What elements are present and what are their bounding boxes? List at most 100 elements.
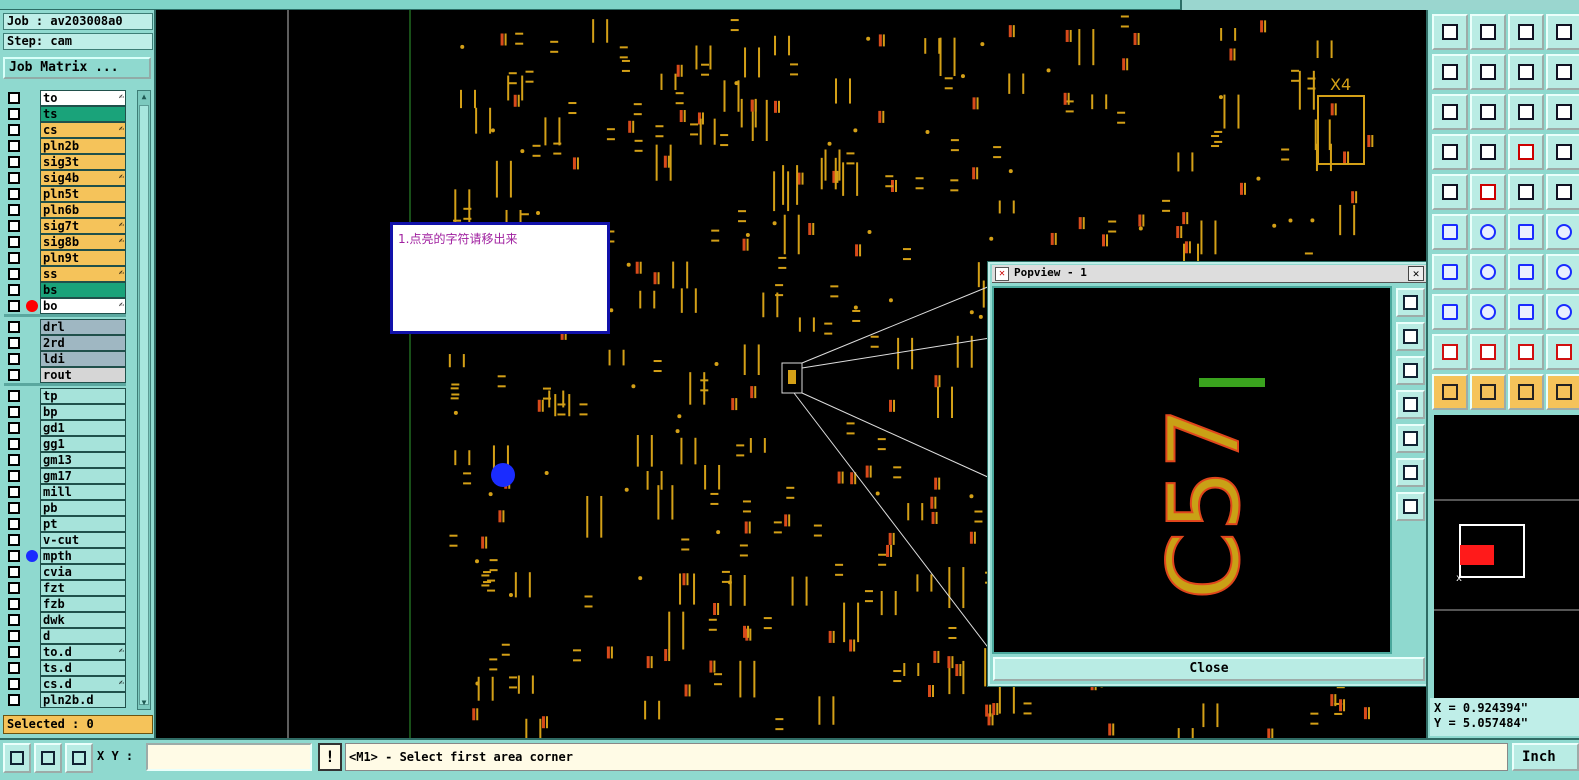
layer-checkbox[interactable] <box>8 694 20 706</box>
layer-row-gg1[interactable]: gg1 <box>4 436 126 452</box>
close-icon[interactable]: ✕ <box>1408 266 1424 281</box>
arrow-right-button[interactable] <box>1470 54 1506 90</box>
layer-row-fzt[interactable]: fzt <box>4 580 126 596</box>
flip-button[interactable] <box>1546 134 1579 170</box>
layer-row-sig8b[interactable]: sig8b ✍ <box>4 234 126 250</box>
layer-row-cs.d[interactable]: cs.d ✍ <box>4 676 126 692</box>
units-button[interactable]: Inch <box>1512 743 1579 771</box>
rectangle-button[interactable] <box>1470 174 1506 210</box>
arrow-left-button[interactable] <box>1432 54 1468 90</box>
layer-checkbox[interactable] <box>8 353 20 365</box>
layer-name[interactable]: gg1 <box>40 436 126 452</box>
cut-button[interactable] <box>1470 254 1506 290</box>
layer-row-pln2b[interactable]: pln2b <box>4 138 126 154</box>
layer-name[interactable]: bo <box>40 298 126 314</box>
layer-name[interactable]: v-cut <box>40 532 126 548</box>
job-matrix-button[interactable]: Job Matrix ... <box>3 57 151 79</box>
triangle-button[interactable] <box>1432 334 1468 370</box>
popview-close-button[interactable]: Close <box>993 657 1425 681</box>
layer-row-pln2b.d[interactable]: pln2b.d <box>4 692 126 708</box>
layer-checkbox[interactable] <box>8 502 20 514</box>
triangle-c-button[interactable] <box>1546 334 1579 370</box>
layer-checkbox[interactable] <box>8 236 20 248</box>
grid-button[interactable] <box>65 743 93 773</box>
measure-button[interactable] <box>34 743 62 773</box>
triangle-a-button[interactable] <box>1470 334 1506 370</box>
layer-row-tp[interactable]: tp <box>4 388 126 404</box>
layer-checkbox[interactable] <box>8 156 20 168</box>
fit-button[interactable] <box>1432 94 1468 130</box>
layer-row-v-cut[interactable]: v-cut <box>4 532 126 548</box>
snap-button[interactable] <box>3 743 31 773</box>
layer-checkbox[interactable] <box>8 678 20 690</box>
layer-name[interactable]: cs.d <box>40 676 126 692</box>
cross-button[interactable] <box>1470 214 1506 250</box>
line-button[interactable] <box>1546 174 1579 210</box>
layer-row-pt[interactable]: pt <box>4 516 126 532</box>
layer-checkbox[interactable] <box>8 300 20 312</box>
cursor-alt-button[interactable] <box>1546 374 1579 410</box>
settings-button[interactable] <box>1432 134 1468 170</box>
layer-checkbox[interactable] <box>8 284 20 296</box>
layer-row-cvia[interactable]: cvia <box>4 564 126 580</box>
pan-left-button[interactable] <box>1396 390 1425 419</box>
ruler-button[interactable] <box>1508 174 1544 210</box>
layer-row-sig4b[interactable]: sig4b ✍ <box>4 170 126 186</box>
layer-checkbox[interactable] <box>8 406 20 418</box>
layer-checkbox[interactable] <box>8 470 20 482</box>
layer-row-gm17[interactable]: gm17 <box>4 468 126 484</box>
layer-checkbox[interactable] <box>8 220 20 232</box>
layer-name[interactable]: bs <box>40 282 126 298</box>
layer-name[interactable]: tp <box>40 388 126 404</box>
layer-scrollbar[interactable]: ▲ ▼ <box>137 90 151 710</box>
layer-row-sig3t[interactable]: sig3t <box>4 154 126 170</box>
layer-checkbox[interactable] <box>8 140 20 152</box>
layer-row-mill[interactable]: mill <box>4 484 126 500</box>
layer-row-bs[interactable]: bs <box>4 282 126 298</box>
warning-icon[interactable]: ! <box>318 743 342 771</box>
layer-checkbox[interactable] <box>8 614 20 626</box>
popview-window[interactable]: ✕ Popview - 1 ✕ C57 Close <box>988 262 1430 686</box>
layer-name[interactable]: fzt <box>40 580 126 596</box>
layer-row-to.d[interactable]: to.d ✍ <box>4 644 126 660</box>
layer-name[interactable]: d <box>40 628 126 644</box>
layer-name[interactable]: rout <box>40 367 126 383</box>
layer-row-rout[interactable]: rout <box>4 367 126 383</box>
house-button[interactable] <box>1508 14 1544 50</box>
layer-name[interactable]: cvia <box>40 564 126 580</box>
layer-checkbox[interactable] <box>8 582 20 594</box>
layer-row-ts.d[interactable]: ts.d <box>4 660 126 676</box>
xy-input[interactable] <box>146 743 312 771</box>
layer-checkbox[interactable] <box>8 369 20 381</box>
layer-name[interactable]: gm13 <box>40 452 126 468</box>
layer-name[interactable]: pln6b <box>40 202 126 218</box>
layer-name[interactable]: pln9t <box>40 250 126 266</box>
layer-checkbox[interactable] <box>8 172 20 184</box>
pan-right-button[interactable] <box>1396 424 1425 453</box>
triangle-b-button[interactable] <box>1508 334 1544 370</box>
layer-checkbox[interactable] <box>8 566 20 578</box>
popview-viewport[interactable]: C57 <box>992 286 1392 654</box>
layer-row-bo[interactable]: bo ✍ <box>4 298 126 314</box>
zoom-out-button[interactable] <box>1396 492 1425 521</box>
layer-checkbox[interactable] <box>8 550 20 562</box>
select-button[interactable] <box>1508 294 1544 330</box>
probe-button[interactable] <box>1470 134 1506 170</box>
layer-name[interactable]: bp <box>40 404 126 420</box>
undo-button[interactable] <box>1508 54 1544 90</box>
scroll-thumb[interactable] <box>139 105 149 705</box>
layer-row-pb[interactable]: pb <box>4 500 126 516</box>
layer-checkbox[interactable] <box>8 92 20 104</box>
rotate-button[interactable] <box>1508 254 1544 290</box>
layer-checkbox[interactable] <box>8 662 20 674</box>
layer-checkbox[interactable] <box>8 486 20 498</box>
layer-name[interactable]: cs <box>40 122 126 138</box>
redo-button[interactable] <box>1546 54 1579 90</box>
layer-row-to[interactable]: to ✍ <box>4 90 126 106</box>
pad-button[interactable] <box>1432 294 1468 330</box>
layer-name[interactable]: pln2b <box>40 138 126 154</box>
layer-checkbox[interactable] <box>8 390 20 402</box>
popview-titlebar[interactable]: ✕ Popview - 1 ✕ <box>992 265 1426 283</box>
clock-button[interactable] <box>1508 374 1544 410</box>
layer-name[interactable]: to.d <box>40 644 126 660</box>
